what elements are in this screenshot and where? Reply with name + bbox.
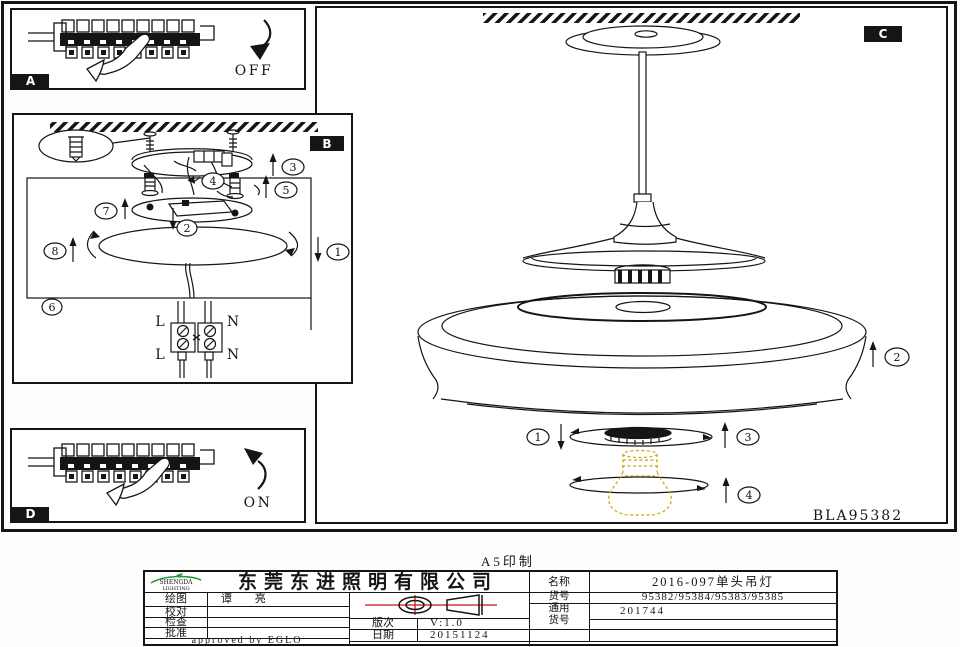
company-logo: SHENGDA LIGHTING: [146, 573, 206, 591]
svg-text:8: 8: [52, 245, 59, 258]
svg-text:3: 3: [745, 431, 752, 444]
svg-text:4: 4: [210, 175, 217, 188]
svg-text:SHENGDA: SHENGDA: [160, 579, 194, 586]
svg-text:7: 7: [103, 205, 110, 218]
item-label: 货号: [530, 592, 588, 603]
panel-b-label: B: [310, 136, 344, 151]
threaded-nipples: [142, 173, 259, 199]
model-code: BLA95382: [813, 508, 903, 522]
step-arrow-8: [70, 237, 77, 262]
panel-c: 2 1 3: [315, 6, 948, 524]
light-bulb: [609, 451, 672, 516]
instruction-sheet: 2 1 3: [0, 0, 960, 647]
panel-c-label: C: [864, 26, 902, 42]
svg-text:3: 3: [290, 161, 297, 174]
callout-7: 7: [95, 203, 117, 219]
svg-text:2: 2: [184, 222, 191, 235]
callout-6: 6: [42, 299, 62, 315]
live-label-bottom: L: [155, 347, 164, 363]
switch-state-text: ON: [244, 495, 273, 511]
svg-text:5: 5: [283, 184, 290, 197]
ceiling-canopy: [566, 26, 720, 55]
name-label: 名称: [530, 572, 588, 592]
circuit-breaker-strip: [28, 20, 214, 58]
switch-state-text: OFF: [235, 63, 273, 79]
canopy-mounting-diagram: 3 4 5: [14, 115, 351, 382]
ceiling-hatch: [50, 122, 318, 132]
common-item-label-line2: 货号: [530, 615, 588, 628]
step-arrow-4: [723, 477, 730, 503]
callout-3: 3: [282, 159, 304, 175]
date-label: 日期: [350, 629, 416, 641]
date-value: 20151124: [418, 629, 540, 641]
drafter-name: 谭 亮: [209, 593, 361, 606]
callout-2: 2: [885, 348, 909, 366]
svg-text:4: 4: [746, 489, 753, 502]
svg-text:LIGHTING: LIGHTING: [162, 586, 189, 591]
callout-8: 8: [44, 243, 66, 259]
svg-text:2: 2: [894, 351, 901, 364]
breaker-off-diagram: OFF: [12, 10, 304, 88]
inspect-label: 检查: [145, 618, 207, 627]
approved-note: approved by EGLO: [145, 638, 349, 644]
callout-1: 1: [527, 429, 549, 445]
drafter-label: 绘图: [145, 593, 207, 606]
projection-symbol: [351, 593, 527, 617]
rotate-arrow: [244, 448, 266, 489]
socket-ribbed-collar: [615, 265, 670, 283]
svg-text:6: 6: [49, 301, 56, 314]
step-arrow-3: [722, 422, 729, 448]
first-angle-projection-icon: [351, 593, 527, 617]
circuit-breaker-strip: [28, 444, 214, 482]
pendant-lamp-exploded-diagram: 2 1 3: [317, 8, 946, 522]
common-item-value: 201744: [590, 603, 866, 619]
step-arrow-1: [315, 237, 322, 262]
callout-5: 5: [275, 182, 297, 198]
neutral-label-bottom: N: [227, 347, 239, 363]
panel-d-label: D: [12, 507, 49, 521]
callout-2: 2: [177, 220, 197, 236]
name-value: 2016-097单头吊灯: [590, 572, 836, 592]
panel-a: OFF A: [10, 8, 306, 90]
company-name: 东莞东进照明有限公司: [209, 572, 527, 592]
panel-b: 3 4 5: [12, 113, 353, 384]
step-arrow-2: [870, 341, 877, 367]
shengda-logo-icon: SHENGDA LIGHTING: [146, 573, 206, 591]
panel-a-label: A: [12, 74, 49, 88]
terminal-block-detail: [171, 301, 222, 378]
panel-d: ON D: [10, 428, 306, 523]
breaker-on-diagram: ON: [12, 430, 304, 521]
rotate-arrow: [250, 20, 270, 60]
neutral-label-top: N: [227, 314, 239, 330]
bulb-rotation-path: [570, 477, 708, 493]
version-value: V:1.0: [418, 618, 540, 629]
main-shade: [418, 293, 866, 415]
item-value: 95382/95384/95383/95385: [590, 592, 836, 603]
suspension-rod: [639, 52, 646, 194]
svg-text:1: 1: [535, 431, 542, 444]
print-size-note: A5印制: [466, 551, 550, 570]
shade-retainer-ring: [570, 428, 712, 447]
title-block: SHENGDA LIGHTING 东莞东进照明有限公司 绘图 谭 亮 校对 检查…: [143, 570, 838, 646]
callout-4: 4: [738, 487, 760, 503]
step-arrow-7: [122, 198, 129, 219]
svg-text:1: 1: [335, 246, 342, 259]
step-arrow-1: [558, 424, 565, 450]
step-arrow-3: [270, 153, 277, 176]
shade-ring: [87, 227, 297, 298]
ceiling-hatch: [483, 13, 800, 23]
live-label-top: L: [155, 314, 164, 330]
version-label: 版次: [350, 618, 416, 629]
callout-3: 3: [737, 429, 759, 445]
callout-1: 1: [327, 244, 349, 260]
mounting-bracket: [132, 198, 252, 222]
lamp-holder-bell: [523, 194, 765, 283]
